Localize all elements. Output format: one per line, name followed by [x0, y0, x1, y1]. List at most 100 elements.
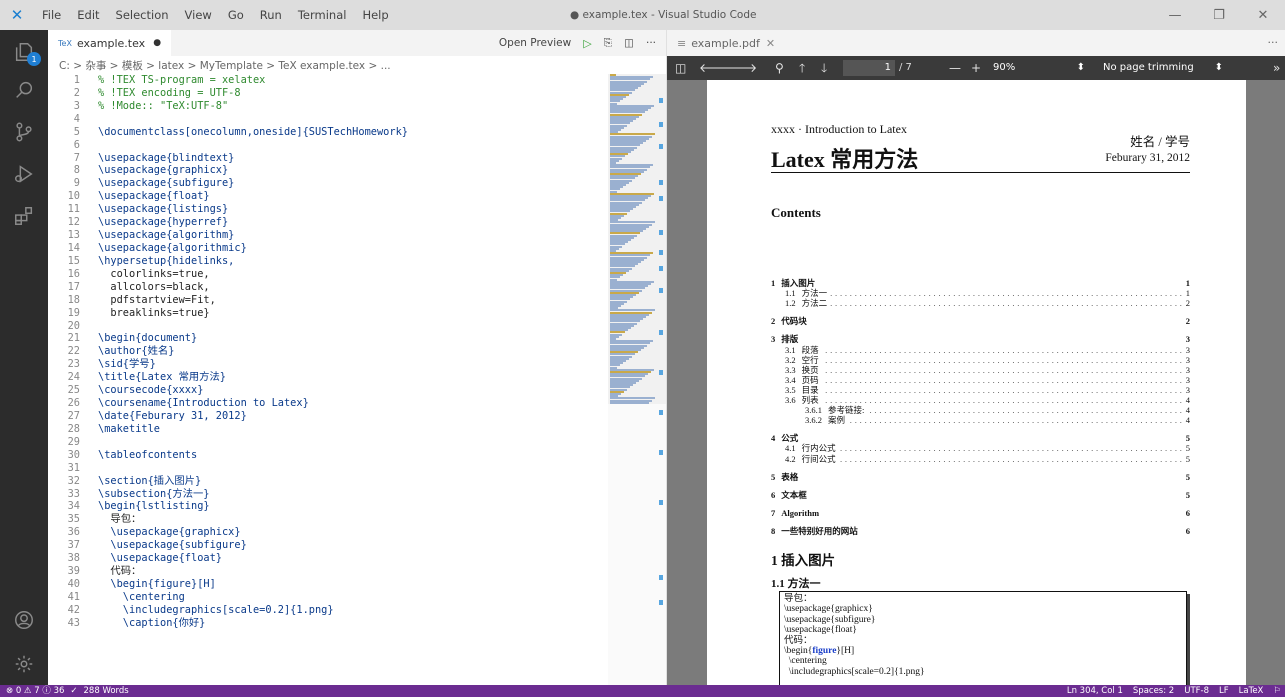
toc-entry[interactable]: ........................................…: [771, 374, 1190, 385]
pdf-viewer[interactable]: xxxx · Introduction to Latex 姓名 / 学号 Lat…: [667, 80, 1285, 685]
toolbar-overflow-icon[interactable]: »: [1273, 61, 1280, 75]
settings-gear-icon[interactable]: [0, 644, 48, 684]
toc-entry[interactable]: ........................................…: [771, 443, 1190, 454]
cursor-position[interactable]: Ln 304, Col 1: [1067, 685, 1123, 697]
toc-entry[interactable]: 7 Algorithm 6: [771, 507, 1190, 518]
toc-entry-text: 1.2 方法二: [771, 298, 831, 309]
line-text: \tableofcontents: [98, 448, 198, 461]
unsaved-dot-icon[interactable]: ●: [153, 38, 161, 48]
menu-item-selection[interactable]: Selection: [108, 8, 177, 22]
zoom-select[interactable]: 90% ⬍: [989, 60, 1089, 76]
word-count[interactable]: 288 Words: [84, 685, 129, 697]
minimize-icon[interactable]: —: [1153, 0, 1197, 30]
line-number: 37: [67, 539, 80, 552]
code-editor[interactable]: 1 % !TEX TS-program = xelatex 2 % !TEX enco…: [48, 74, 608, 685]
more-actions-icon[interactable]: ···: [1268, 36, 1279, 49]
accounts-icon[interactable]: [0, 600, 48, 640]
chevron-down-icon: ⬍: [1214, 62, 1223, 73]
code-line: 9 \usepackage{subfigure}: [48, 177, 608, 190]
line-number: 18: [67, 293, 80, 306]
toc-entry-text: 3.4 页码: [771, 374, 822, 385]
toc-entry[interactable]: ........................................…: [771, 415, 1190, 426]
toc-entry[interactable]: ........................................…: [771, 453, 1190, 464]
find-search-icon[interactable]: ⚲: [775, 61, 784, 75]
toc-entry[interactable]: 2 代码块 2: [771, 316, 1190, 327]
language-mode[interactable]: LaTeX: [1239, 685, 1264, 697]
toc-entry[interactable]: ........................................…: [771, 384, 1190, 395]
toc-number: 1.2: [785, 298, 796, 309]
menu-item-file[interactable]: File: [34, 8, 69, 22]
code-line: 7 \usepackage{blindtext}: [48, 152, 608, 165]
feedback-icon[interactable]: ⚐: [1273, 685, 1281, 697]
toc-entry[interactable]: 8 一些特别好用的网站 6: [771, 525, 1190, 536]
more-actions-icon[interactable]: ···: [646, 37, 656, 49]
zoom-out-icon[interactable]: —: [949, 61, 961, 75]
line-number: 23: [67, 358, 80, 371]
trim-value: No page trimming: [1103, 62, 1194, 73]
code-line: 11 \usepackage{listings}: [48, 203, 608, 216]
line-number: 2: [73, 86, 80, 99]
toc-entry-text: 3.6.2 案例: [771, 415, 849, 426]
toc-entry[interactable]: 6 文本框 5: [771, 489, 1190, 500]
menu-item-go[interactable]: Go: [220, 8, 252, 22]
previous-page-icon[interactable]: 🡑: [799, 61, 805, 75]
minimap[interactable]: [608, 74, 666, 685]
code-line: 16 colorlinks=true,: [48, 268, 608, 281]
zoom-in-icon[interactable]: +: [971, 61, 981, 75]
menu-item-view[interactable]: View: [177, 8, 220, 22]
code-line: 40 \begin{figure}[H]: [48, 578, 608, 591]
close-icon[interactable]: ✕: [1241, 0, 1285, 30]
trim-select[interactable]: No page trimming ⬍: [1099, 60, 1227, 76]
tab-example-tex[interactable]: TeX example.tex ●: [48, 30, 172, 56]
scrollbar-marker: [659, 500, 663, 505]
toc-entry[interactable]: 3 排版 3: [771, 334, 1190, 345]
menu-item-terminal[interactable]: Terminal: [290, 8, 355, 22]
end-of-line[interactable]: LF: [1219, 685, 1229, 697]
toc-entry[interactable]: 5 表格 5: [771, 471, 1190, 482]
run-debug-icon[interactable]: [0, 154, 48, 194]
line-number: 34: [67, 500, 80, 513]
explorer-icon[interactable]: 1: [0, 32, 48, 72]
toc-page: 4: [1182, 405, 1190, 416]
tab-example-pdf[interactable]: ≡ example.pdf ✕: [667, 30, 786, 56]
line-number: 9: [73, 177, 80, 190]
restore-icon[interactable]: ❐: [1197, 0, 1241, 30]
title-bar: ✕ File Edit Selection View Go Run Terminal Help…: [0, 0, 1285, 30]
code-line: 18 pdfstartview=Fit,: [48, 294, 608, 307]
sidebar-toggle-icon[interactable]: ◫: [675, 61, 686, 75]
toc-entry[interactable]: ........................................…: [771, 354, 1190, 365]
toc-title: 文本框: [781, 489, 807, 500]
search-icon[interactable]: [0, 70, 48, 110]
tab-close-icon[interactable]: ✕: [766, 37, 775, 50]
split-editor-icon[interactable]: ◫: [624, 37, 634, 49]
toc-entry[interactable]: ........................................…: [771, 344, 1190, 355]
split-preview-icon[interactable]: ⎘: [604, 37, 612, 50]
toc-entry[interactable]: ........................................…: [771, 298, 1190, 309]
line-text: \section{插入图片}: [98, 474, 202, 487]
run-icon[interactable]: ▷: [583, 37, 591, 50]
check-icon[interactable]: ✓: [70, 685, 77, 697]
toc-leader-dots: ........................................…: [771, 364, 1190, 375]
source-control-icon[interactable]: [0, 112, 48, 152]
open-preview-button[interactable]: Open Preview: [499, 37, 571, 49]
toc-entry[interactable]: ........................................…: [771, 395, 1190, 405]
toc-entry[interactable]: 4 公式 5: [771, 433, 1190, 444]
menu-item-run[interactable]: Run: [252, 8, 290, 22]
encoding[interactable]: UTF-8: [1184, 685, 1209, 697]
problems-indicator[interactable]: ⊗ 0 ⚠ 7 ⓘ 36: [6, 685, 64, 697]
extensions-icon[interactable]: [0, 196, 48, 236]
next-page-icon[interactable]: 🡓: [821, 61, 827, 75]
toc-entry[interactable]: ........................................…: [771, 364, 1190, 375]
toc-page: 1: [1182, 288, 1190, 299]
forward-arrow-icon[interactable]: 🡒: [725, 61, 757, 75]
menu-item-edit[interactable]: Edit: [69, 8, 107, 22]
toc-entry[interactable]: 1 插入图片 1: [771, 278, 1190, 288]
indentation[interactable]: Spaces: 2: [1133, 685, 1174, 697]
toc-entry[interactable]: ........................................…: [771, 405, 1190, 416]
toc-entry[interactable]: ........................................…: [771, 288, 1190, 299]
code-line: 12 \usepackage{hyperref}: [48, 216, 608, 229]
menu-item-help[interactable]: Help: [354, 8, 396, 22]
toc-page: 3: [1182, 344, 1190, 355]
breadcrumb[interactable]: C: > 杂事 > 模板 > latex > MyTemplate > TeX …: [48, 56, 666, 74]
page-number-input[interactable]: 1: [843, 60, 895, 76]
